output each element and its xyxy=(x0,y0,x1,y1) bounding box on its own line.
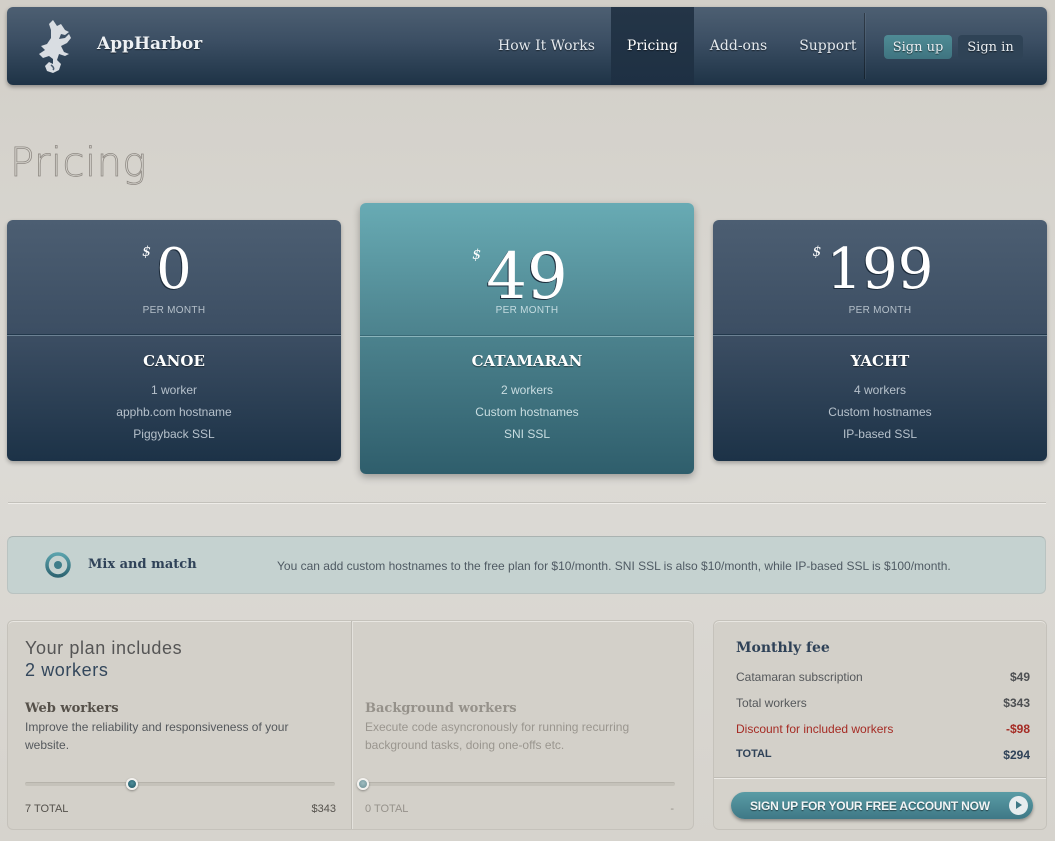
plan-name: CATAMARAN xyxy=(471,352,583,370)
monthly-fee-panel: Monthly fee Catamaran subscription $49 T… xyxy=(713,620,1047,830)
web-workers-price: $343 xyxy=(311,803,336,815)
fee-value: $294 xyxy=(1003,748,1030,762)
sign-up-button[interactable]: Sign up xyxy=(884,35,952,59)
fee-label: TOTAL xyxy=(736,748,772,760)
price: $ 199 xyxy=(713,242,1047,298)
plan-includes-label: Your plan includes xyxy=(25,638,183,658)
monthly-fee-title: Monthly fee xyxy=(736,640,830,656)
web-workers-description: Improve the reliability and responsivene… xyxy=(25,720,289,752)
plan-feature: IP-based SSL xyxy=(842,427,918,441)
card-separator xyxy=(360,335,694,337)
plan-feature: apphb.com hostname xyxy=(116,405,232,419)
top-navigation-bar: AppHarbor How It Works Pricing Add-ons S… xyxy=(7,7,1047,85)
fee-row-subscription: Catamaran subscription $49 xyxy=(736,670,1030,684)
fee-label: Total workers xyxy=(736,696,807,710)
nav-add-ons[interactable]: Add-ons xyxy=(694,7,783,85)
plan-includes: Your plan includes 2 workers xyxy=(25,637,182,681)
play-arrow-icon xyxy=(1009,796,1028,815)
section-divider xyxy=(8,502,1046,504)
fee-row-discount: Discount for included workers -$98 xyxy=(736,722,1030,736)
web-workers-slider-handle[interactable] xyxy=(125,778,138,790)
price-period: PER MONTH xyxy=(848,305,912,316)
plan-features: 1 worker apphb.com hostname Piggyback SS… xyxy=(7,379,341,445)
mix-description: You can add custom hostnames to the free… xyxy=(277,559,951,573)
page-title: Pricing xyxy=(10,140,147,187)
plan-feature: Custom hostnames xyxy=(828,405,932,419)
background-workers-slider[interactable] xyxy=(357,778,675,790)
nav-pricing[interactable]: Pricing xyxy=(610,7,694,85)
price-amount: 199 xyxy=(826,237,934,302)
plan-name: CANOE xyxy=(143,352,205,370)
seahorse-dragon-logo-icon[interactable] xyxy=(31,16,79,76)
fee-value: $343 xyxy=(1003,696,1030,710)
plan-features: 2 workers Custom hostnames SNI SSL xyxy=(360,379,694,445)
plan-feature: Piggyback SSL xyxy=(133,427,215,441)
sign-up-free-account-button[interactable]: SIGN UP FOR YOUR FREE ACCOUNT NOW xyxy=(731,792,1033,819)
card-separator xyxy=(713,334,1047,336)
fee-value: -$98 xyxy=(1005,722,1030,736)
background-workers-title: Background workers xyxy=(365,701,517,716)
column-separator xyxy=(351,621,352,829)
plan-includes-count: 2 workers xyxy=(25,660,109,680)
plan-feature: 2 workers xyxy=(500,383,553,397)
background-workers-description: Execute code asyncronously for running r… xyxy=(365,720,630,752)
background-workers-price: - xyxy=(670,803,674,815)
plan-feature: Custom hostnames xyxy=(475,405,579,419)
plan-features: 4 workers Custom hostnames IP-based SSL xyxy=(713,379,1047,445)
web-workers-slider[interactable] xyxy=(25,778,335,790)
currency-symbol: $ xyxy=(812,244,822,260)
price-period: PER MONTH xyxy=(495,305,559,316)
price-period: PER MONTH xyxy=(142,305,206,316)
target-icon xyxy=(45,552,71,578)
plan-feature: SNI SSL xyxy=(503,427,551,441)
fee-value: $49 xyxy=(1009,670,1030,684)
workers-panel: Your plan includes 2 workers Web workers… xyxy=(7,620,694,830)
nav-how-it-works[interactable]: How It Works xyxy=(482,7,611,85)
plan-feature: 1 worker xyxy=(150,383,197,397)
currency-symbol: $ xyxy=(142,244,152,260)
plan-card-canoe[interactable]: $ 0 PER MONTH CANOE 1 worker apphb.com h… xyxy=(7,220,341,461)
fee-row-total: TOTAL $294 xyxy=(736,748,1030,762)
plan-feature: 4 workers xyxy=(853,383,906,397)
fee-label: Discount for included workers xyxy=(736,722,894,736)
sign-in-button[interactable]: Sign in xyxy=(958,35,1023,59)
price-amount: 0 xyxy=(156,237,192,302)
main-nav: How It Works Pricing Add-ons Support xyxy=(482,7,872,85)
fee-row-total-workers: Total workers $343 xyxy=(736,696,1030,710)
web-workers-title: Web workers xyxy=(25,701,119,716)
plan-card-yacht[interactable]: $ 199 PER MONTH YACHT 4 workers Custom h… xyxy=(713,220,1047,461)
nav-divider xyxy=(864,13,865,79)
brand-name[interactable]: AppHarbor xyxy=(97,34,202,54)
background-workers-slider-handle[interactable] xyxy=(357,778,369,790)
card-separator xyxy=(7,334,341,336)
currency-symbol: $ xyxy=(472,247,482,263)
plan-card-catamaran[interactable]: $ 49 PER MONTH CATAMARAN 2 workers Custo… xyxy=(360,203,694,474)
fee-label: Catamaran subscription xyxy=(736,670,863,684)
price-amount: 49 xyxy=(486,240,568,314)
fee-footer: SIGN UP FOR YOUR FREE ACCOUNT NOW xyxy=(714,777,1046,829)
mix-and-match-banner: Mix and match You can add custom hostnam… xyxy=(7,536,1046,594)
cta-label: SIGN UP FOR YOUR FREE ACCOUNT NOW xyxy=(750,799,990,813)
mix-title: Mix and match xyxy=(88,557,197,572)
plan-name: YACHT xyxy=(850,352,910,370)
nav-support[interactable]: Support xyxy=(783,7,872,85)
price: $ 49 xyxy=(360,245,694,309)
price: $ 0 xyxy=(7,242,341,298)
background-workers-total: 0 TOTAL xyxy=(365,803,409,815)
web-workers-total: 7 TOTAL xyxy=(25,803,69,815)
